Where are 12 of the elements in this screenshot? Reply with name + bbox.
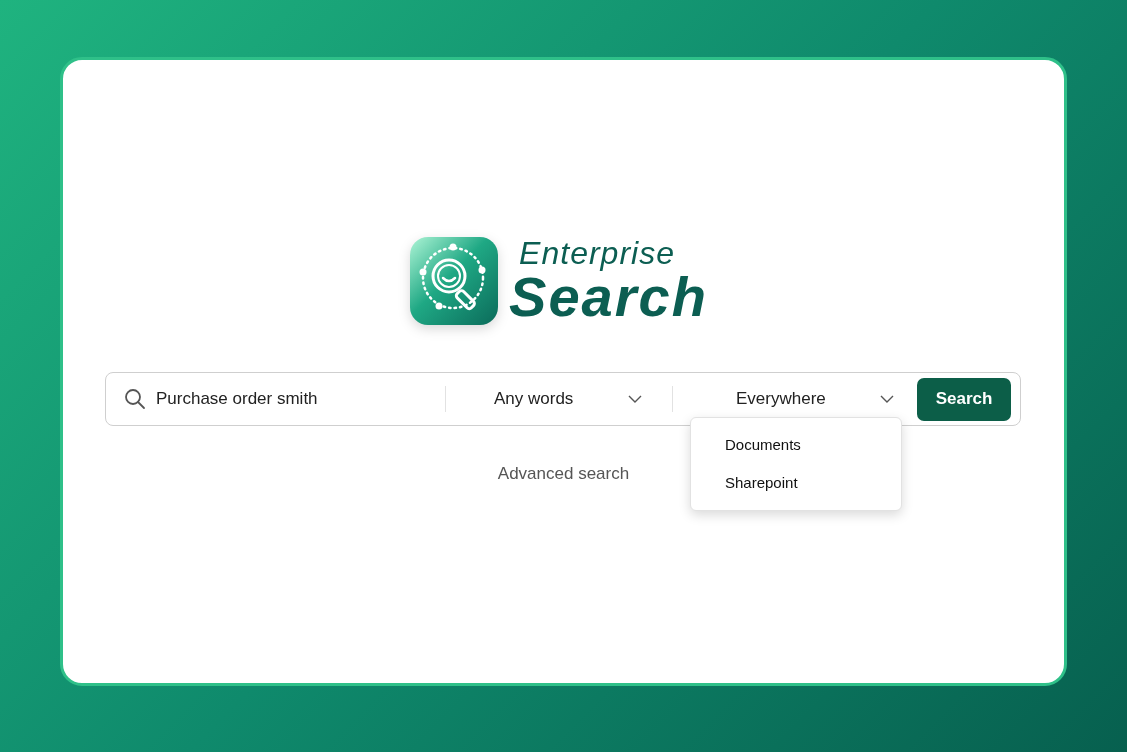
- advanced-search-link[interactable]: Advanced search: [497, 464, 630, 484]
- chevron-down-icon: [628, 395, 642, 403]
- scope-dropdown[interactable]: Everywhere: [673, 389, 908, 409]
- search-icon: [124, 388, 146, 410]
- search-input[interactable]: Purchase order smith: [156, 389, 436, 409]
- match-mode-dropdown[interactable]: Any words: [446, 389, 672, 409]
- chevron-down-icon: [880, 395, 894, 403]
- magnifier-app-icon: [409, 236, 500, 326]
- menu-item[interactable]: Documents: [691, 426, 901, 464]
- logo-subtitle: Enterprise: [519, 237, 676, 269]
- menu-item[interactable]: Sharepoint: [691, 464, 901, 502]
- search-button[interactable]: Search: [917, 377, 1011, 421]
